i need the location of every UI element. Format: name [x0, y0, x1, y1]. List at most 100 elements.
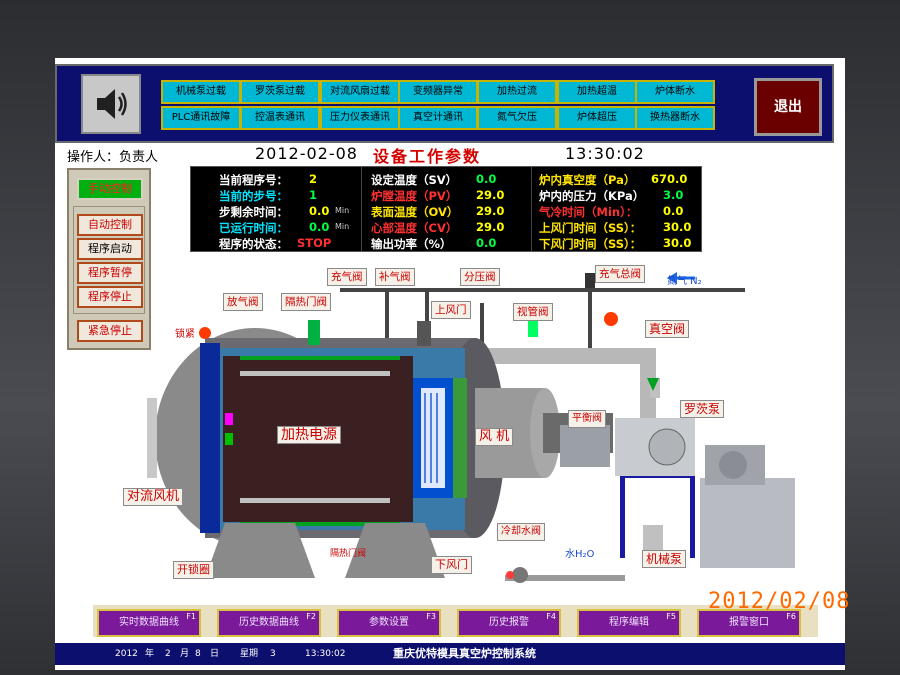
alarm-bar: 机械泵过载 罗茨泵过载 对流风扇过载 变频器异常 加热过流 加热超温 炉体断水 PLC通讯故障…	[55, 64, 834, 143]
heater-power-label[interactable]: 加热电源	[277, 426, 341, 444]
current-date: 2012-02-08	[255, 144, 358, 163]
alarm-7: 炉体断水	[635, 80, 715, 104]
param-value: 30.0	[663, 220, 692, 234]
status-bar: 2012 年 2 月 8 日 星期 3 13:30:02 重庆优特模具真空炉控制…	[55, 643, 845, 665]
param-label: 程序的状态：	[219, 237, 288, 251]
unlock-ring-label[interactable]: 开锁圈	[173, 561, 214, 579]
furnace-door	[200, 343, 220, 533]
lock-label: 锁紧	[175, 329, 195, 340]
balance-valve-label[interactable]: 平衡阀	[568, 410, 606, 428]
param-label: 上风门时间（SS）：	[539, 221, 642, 235]
water-label: 水H₂O	[565, 549, 595, 560]
function-button-label: 实时数据曲线	[119, 617, 179, 628]
function-key-label: F2	[306, 612, 316, 621]
alarm-8: PLC通讯故障	[161, 106, 241, 130]
nitrogen-line	[580, 288, 745, 292]
inflation-valve-label[interactable]: 充气阀	[327, 268, 367, 286]
function-button-label: 历史数据曲线	[239, 617, 299, 628]
convection-fan-label[interactable]: 对流风机	[123, 488, 184, 506]
function-button-f1[interactable]: 实时数据曲线 F1	[97, 609, 201, 637]
alarm-3: 对流风扇过载	[320, 80, 400, 104]
alarm-11: 真空计通讯	[398, 106, 478, 130]
param-value: 29.0	[476, 188, 505, 202]
param-label: 当前的步号：	[219, 189, 288, 203]
function-key-label: F5	[666, 612, 676, 621]
auto-control-button[interactable]: 自动控制	[77, 214, 143, 236]
lower-damper-label[interactable]: 下风门	[431, 556, 472, 574]
param-label: 炉内的压力（KPa）	[539, 189, 645, 203]
alarm-10: 压力仪表通讯	[320, 106, 400, 130]
function-button-f3[interactable]: 参数设置 F3	[337, 609, 441, 637]
param-value: 2	[309, 172, 318, 186]
status-time: 13:30:02	[305, 649, 346, 659]
param-label: 已运行时间：	[219, 221, 288, 235]
sight-valve-label[interactable]: 视管阀	[513, 303, 553, 321]
fan-label[interactable]: 风 机	[475, 428, 514, 446]
alarm-6: 加热超温	[557, 80, 637, 104]
alarm-14: 换热器断水	[635, 106, 715, 130]
param-label: 心部温度（CV）	[371, 221, 458, 235]
hmi-screen: 机械泵过载 罗茨泵过载 对流风扇过载 变频器异常 加热过流 加热超温 炉体断水 PLC通讯故障…	[55, 58, 845, 670]
param-label: 气冷时间（Min）：	[539, 205, 638, 219]
param-label: 炉内真空度（Pa）	[539, 173, 636, 187]
manual-control-button[interactable]: 手动控制	[77, 178, 143, 200]
param-value: 29.0	[476, 204, 505, 218]
param-value: 670.0	[651, 172, 688, 186]
lock-indicator-icon	[199, 327, 211, 339]
param-value: 0.0	[309, 204, 330, 218]
status-day: 8	[195, 649, 201, 659]
operator-label: 操作人：负责人	[67, 150, 159, 165]
param-value: 3.0	[663, 188, 684, 202]
function-button-label: 程序编辑	[609, 617, 649, 628]
status-weekday: 3	[270, 649, 276, 659]
alarm-1: 机械泵过载	[161, 80, 241, 104]
param-value: 0.0	[309, 220, 330, 234]
make-up-valve-label[interactable]: 补气阀	[375, 268, 415, 286]
mechanical-pump-label[interactable]: 机械泵	[642, 550, 687, 568]
vacuum-valve-indicator-icon	[604, 312, 618, 326]
status-year: 2012	[115, 649, 138, 659]
mechanical-pump	[700, 478, 795, 568]
function-button-f5[interactable]: 程序编辑 F5	[577, 609, 681, 637]
green-valve	[308, 320, 320, 345]
function-key-label: F4	[546, 612, 556, 621]
function-button-f2[interactable]: 历史数据曲线 F2	[217, 609, 321, 637]
vacuum-valve-label[interactable]: 真空阀	[645, 320, 690, 338]
alarm-5: 加热过流	[477, 80, 557, 104]
roots-pump-label[interactable]: 罗茨泵	[680, 400, 725, 418]
page-title: 设备工作参数	[373, 147, 482, 166]
alarm-9: 控温表通讯	[240, 106, 320, 130]
param-value: 0.0	[476, 236, 497, 250]
alarm-13: 炉体超压	[557, 106, 637, 130]
alarm-2: 罗茨泵过载	[240, 80, 320, 104]
main-inflation-valve-label[interactable]: 充气总阀	[595, 265, 645, 283]
function-key-label: F3	[426, 612, 436, 621]
param-label: 当前程序号：	[219, 173, 288, 187]
param-unit: Min	[335, 222, 350, 231]
function-button-label: 参数设置	[369, 617, 409, 628]
param-unit: Min	[335, 206, 350, 215]
param-label: 表面温度（OV）	[371, 205, 459, 219]
system-title: 重庆优特模具真空炉控制系统	[393, 647, 536, 660]
current-time: 13:30:02	[565, 144, 645, 163]
insulation-door-valve-label-2: 隔热门阀	[330, 549, 367, 559]
cooling-water-valve-label[interactable]: 冷却水阀	[497, 523, 545, 541]
upper-damper-label[interactable]: 上风门	[431, 301, 471, 319]
mute-button[interactable]	[81, 74, 141, 134]
param-label: 炉膛温度（PV）	[371, 189, 458, 203]
alarm-4: 变频器异常	[398, 80, 478, 104]
speaker-icon	[97, 89, 127, 119]
param-label: 下风门时间（SS）：	[539, 237, 642, 251]
insulation-door-valve-label[interactable]: 隔热门阀	[281, 293, 331, 311]
param-label: 设定温度（SV）	[371, 173, 458, 187]
param-label: 步剩余时间：	[219, 205, 288, 219]
function-button-f4[interactable]: 历史报警 F4	[457, 609, 561, 637]
param-value: 29.0	[476, 220, 505, 234]
param-value: 1	[309, 188, 318, 202]
param-value: 0.0	[476, 172, 497, 186]
vent-valve-label[interactable]: 放气阀	[223, 293, 263, 311]
function-key-label: F1	[186, 612, 196, 621]
exit-button[interactable]: 退出	[754, 78, 822, 136]
param-value: 30.0	[663, 236, 692, 250]
partial-pressure-valve-label[interactable]: 分压阀	[460, 268, 500, 286]
